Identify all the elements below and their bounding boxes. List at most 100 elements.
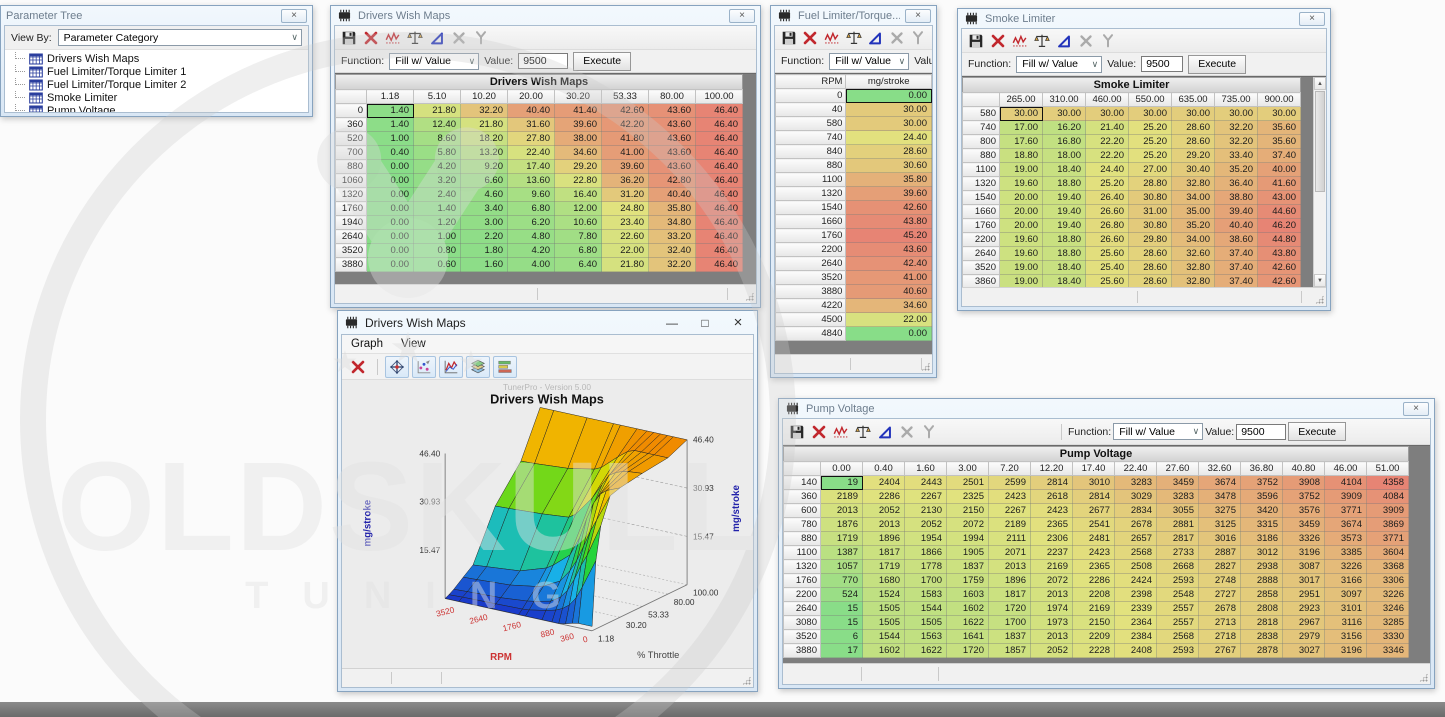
map-cell[interactable]: 2767 bbox=[1199, 644, 1241, 658]
map-cell[interactable]: 6.20 bbox=[508, 216, 555, 230]
map-cell[interactable]: 2834 bbox=[1115, 504, 1157, 518]
map-cell[interactable]: 1.20 bbox=[414, 216, 461, 230]
clear-red-icon[interactable] bbox=[346, 356, 370, 378]
map-cell[interactable]: 3010 bbox=[1073, 476, 1115, 490]
map-cell[interactable]: 18.40 bbox=[1043, 261, 1086, 275]
map-cell[interactable]: 43.60 bbox=[649, 160, 696, 174]
map-cell[interactable]: 39.60 bbox=[602, 160, 649, 174]
map-cell[interactable]: 46.40 bbox=[696, 104, 743, 118]
map-cell[interactable]: 3275 bbox=[1199, 504, 1241, 518]
map-cell[interactable]: 18.40 bbox=[1043, 275, 1086, 288]
map-cell[interactable]: 30.00 bbox=[1000, 107, 1043, 121]
map-cell[interactable]: 37.40 bbox=[1215, 275, 1258, 288]
map-cell[interactable]: 19.40 bbox=[1043, 205, 1086, 219]
map-cell[interactable]: 21.40 bbox=[1086, 121, 1129, 135]
row-header[interactable]: 1060 bbox=[336, 174, 367, 188]
scroll-track[interactable] bbox=[1314, 90, 1326, 274]
map-cell[interactable]: 4358 bbox=[1367, 476, 1409, 490]
map-cell[interactable]: 18.80 bbox=[1043, 177, 1086, 191]
map-cell[interactable]: 2818 bbox=[1241, 616, 1283, 630]
scales-icon[interactable] bbox=[844, 28, 864, 48]
map-cell[interactable]: 2423 bbox=[989, 490, 1031, 504]
map-cell[interactable]: 1876 bbox=[821, 518, 863, 532]
map-cell[interactable]: 9.60 bbox=[508, 188, 555, 202]
map-cell[interactable]: 3012 bbox=[1241, 546, 1283, 560]
map-cell[interactable]: 3459 bbox=[1283, 518, 1325, 532]
map-cell[interactable]: 34.00 bbox=[1172, 191, 1215, 205]
map-cell[interactable]: 1817 bbox=[989, 588, 1031, 602]
scatter-icon[interactable] bbox=[412, 356, 436, 378]
map-cell[interactable]: 26.80 bbox=[1086, 219, 1129, 233]
minimize-icon[interactable]: — bbox=[658, 314, 686, 332]
trace-icon[interactable] bbox=[1010, 31, 1030, 51]
map-cell[interactable]: 20.00 bbox=[1000, 219, 1043, 233]
map-cell[interactable]: 2568 bbox=[1157, 630, 1199, 644]
map-cell[interactable]: 1866 bbox=[905, 546, 947, 560]
map-cell[interactable]: 3478 bbox=[1199, 490, 1241, 504]
map-cell[interactable]: 0.00 bbox=[367, 216, 414, 230]
map-cell[interactable]: 2501 bbox=[947, 476, 989, 490]
map-cell[interactable]: 28.60 bbox=[1172, 135, 1215, 149]
map-cell[interactable]: 46.40 bbox=[696, 118, 743, 132]
row-header[interactable]: 840 bbox=[776, 145, 846, 159]
map-cell[interactable]: 2013 bbox=[1031, 588, 1073, 602]
map-cell[interactable]: 3909 bbox=[1367, 504, 1409, 518]
col-header[interactable]: 30.20 bbox=[555, 90, 602, 104]
map-cell[interactable]: 30.60 bbox=[846, 159, 932, 173]
row-header[interactable]: 520 bbox=[336, 132, 367, 146]
row-header[interactable]: 1320 bbox=[776, 187, 846, 201]
map-cell[interactable]: 1603 bbox=[947, 588, 989, 602]
map-cell[interactable]: 3330 bbox=[1367, 630, 1409, 644]
map-cell[interactable]: 1.40 bbox=[367, 118, 414, 132]
map-cell[interactable]: 3166 bbox=[1325, 574, 1367, 588]
row-header[interactable]: 0 bbox=[336, 104, 367, 118]
row-header[interactable]: 800 bbox=[963, 135, 1000, 149]
map-cell[interactable]: 30.00 bbox=[1172, 107, 1215, 121]
row-header[interactable]: 1760 bbox=[963, 219, 1000, 233]
map-cell[interactable]: 1.40 bbox=[367, 104, 414, 118]
map-cell[interactable]: 35.80 bbox=[649, 202, 696, 216]
map-cell[interactable]: 35.60 bbox=[1258, 121, 1301, 135]
map-cell[interactable]: 35.00 bbox=[1172, 205, 1215, 219]
map-cell[interactable]: 29.80 bbox=[1129, 233, 1172, 247]
row-header[interactable]: 2640 bbox=[963, 247, 1000, 261]
map-cell[interactable]: 24.40 bbox=[1086, 163, 1129, 177]
map-cell[interactable]: 2306 bbox=[1031, 532, 1073, 546]
row-header[interactable]: 360 bbox=[784, 490, 821, 504]
map-cell[interactable]: 2814 bbox=[1031, 476, 1073, 490]
map-cell[interactable]: 3283 bbox=[1157, 490, 1199, 504]
map-cell[interactable]: 3196 bbox=[1283, 546, 1325, 560]
function-select[interactable]: Fill w/ Value∨ bbox=[389, 53, 479, 70]
map-cell[interactable]: 2.40 bbox=[414, 188, 461, 202]
map-cell[interactable]: 22.00 bbox=[602, 244, 649, 258]
save-icon[interactable] bbox=[779, 28, 799, 48]
map-cell[interactable]: 32.20 bbox=[1215, 121, 1258, 135]
map-cell[interactable]: 41.00 bbox=[602, 146, 649, 160]
compare-icon[interactable] bbox=[1054, 31, 1074, 51]
map-cell[interactable]: 46.40 bbox=[696, 174, 743, 188]
col-header[interactable]: 80.00 bbox=[649, 90, 696, 104]
map-cell[interactable]: 42.80 bbox=[649, 174, 696, 188]
map-cell[interactable]: 2593 bbox=[1157, 574, 1199, 588]
map-cell[interactable]: 3420 bbox=[1241, 504, 1283, 518]
save-icon[interactable] bbox=[339, 28, 359, 48]
row-header[interactable]: 1660 bbox=[963, 205, 1000, 219]
map-cell[interactable]: 29.20 bbox=[555, 160, 602, 174]
map-cell[interactable]: 17.40 bbox=[508, 160, 555, 174]
map-cell[interactable]: 2967 bbox=[1283, 616, 1325, 630]
row-header[interactable]: 1320 bbox=[963, 177, 1000, 191]
map-cell[interactable]: 2052 bbox=[863, 504, 905, 518]
execute-button[interactable]: Execute bbox=[1288, 422, 1346, 441]
map-cell[interactable]: 0.00 bbox=[367, 244, 414, 258]
map-cell[interactable]: 30.00 bbox=[846, 117, 932, 131]
map-cell[interactable]: 1622 bbox=[905, 644, 947, 658]
map-cell[interactable]: 1505 bbox=[863, 616, 905, 630]
row-header[interactable]: 700 bbox=[336, 146, 367, 160]
map-cell[interactable]: 1.00 bbox=[414, 230, 461, 244]
map-cell[interactable]: 32.80 bbox=[1172, 177, 1215, 191]
map-cell[interactable]: 37.40 bbox=[1258, 149, 1301, 163]
map-cell[interactable]: 3346 bbox=[1367, 644, 1409, 658]
map-cell[interactable]: 43.80 bbox=[1258, 247, 1301, 261]
compare-icon[interactable] bbox=[865, 28, 885, 48]
map-cell[interactable]: 1505 bbox=[905, 616, 947, 630]
